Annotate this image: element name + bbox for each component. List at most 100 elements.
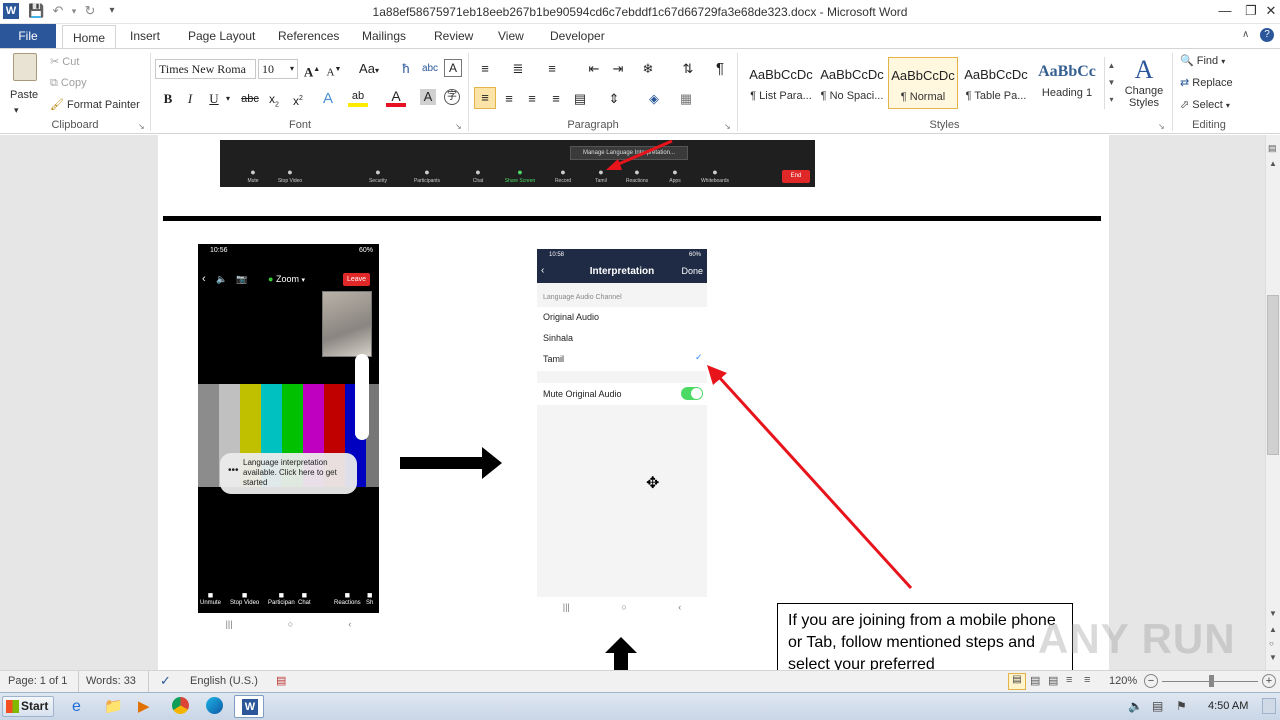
underline-dropdown-icon[interactable]: ▾ xyxy=(222,89,234,109)
font-launcher-icon[interactable]: ↘ xyxy=(455,122,462,131)
print-layout-icon[interactable]: ▤ xyxy=(1008,673,1026,690)
tab-home[interactable]: Home xyxy=(62,25,117,49)
tab-view[interactable]: View xyxy=(488,24,534,48)
highlight-icon[interactable]: ab xyxy=(348,89,368,107)
tab-references[interactable]: References xyxy=(268,24,349,48)
outline-icon[interactable]: ≡ xyxy=(1066,674,1072,686)
close-button[interactable]: ✕ xyxy=(1260,2,1280,20)
show-desktop-button[interactable] xyxy=(1262,698,1276,714)
proofing-icon[interactable]: ✓ xyxy=(160,673,171,689)
shrink-font-icon[interactable]: A▼ xyxy=(324,59,344,79)
paste-dropdown-icon[interactable]: ▾ xyxy=(14,105,19,116)
style-table-paragraph[interactable]: AaBbCcDc ¶ Table Pa... xyxy=(961,57,1031,109)
paragraph-launcher-icon[interactable]: ↘ xyxy=(724,122,731,131)
word-count[interactable]: Words: 33 xyxy=(86,675,136,687)
select-button[interactable]: ⬀ Select ▾ xyxy=(1180,98,1230,111)
volume-icon[interactable]: 🔈 xyxy=(1128,699,1143,713)
prev-page-icon[interactable]: ▲ xyxy=(1269,625,1277,634)
edge-icon[interactable] xyxy=(206,697,223,714)
tab-developer[interactable]: Developer xyxy=(540,24,615,48)
sort-icon[interactable]: ⇅ xyxy=(678,59,698,79)
align-left-icon[interactable]: ≡ xyxy=(474,87,496,109)
scroll-down-icon[interactable]: ▼ xyxy=(1269,609,1277,618)
scroll-thumb[interactable] xyxy=(1267,295,1279,455)
network-icon[interactable]: ▤ xyxy=(1152,699,1163,713)
character-border-icon[interactable]: A xyxy=(444,59,462,77)
restore-button[interactable]: ❐ xyxy=(1240,2,1262,20)
copy-button[interactable]: ⧉ Copy xyxy=(50,77,87,90)
line-spacing-icon[interactable]: ⇕ xyxy=(604,89,624,109)
full-screen-reading-icon[interactable]: ▤ xyxy=(1030,674,1040,687)
clock[interactable]: 4:50 AM xyxy=(1208,700,1248,712)
style-heading-1[interactable]: AaBbCc Heading 1 xyxy=(1032,57,1102,109)
grow-font-icon[interactable]: A▲ xyxy=(302,59,322,79)
phonetic-guide-icon[interactable]: abc xyxy=(420,59,440,79)
clear-formatting-icon[interactable]: ћ xyxy=(396,59,416,79)
change-styles-button[interactable]: A Change Styles xyxy=(1124,55,1164,109)
text-effects-icon[interactable]: A xyxy=(318,89,338,109)
font-size-select[interactable]: 10 ▾ xyxy=(258,59,298,79)
subscript-icon[interactable]: x2 xyxy=(264,89,284,109)
underline-icon[interactable]: U xyxy=(204,89,224,109)
language[interactable]: English (U.S.) xyxy=(190,675,258,687)
bullets-icon[interactable]: ≡ xyxy=(475,59,495,79)
media-player-icon[interactable]: ▶ xyxy=(138,697,150,715)
strikethrough-icon[interactable]: abc xyxy=(240,89,260,109)
start-button[interactable]: Start xyxy=(2,696,54,717)
change-case-icon[interactable]: Aa▾ xyxy=(356,59,382,79)
justify-icon[interactable]: ≡ xyxy=(546,89,566,109)
tab-page-layout[interactable]: Page Layout xyxy=(178,24,265,48)
chrome-icon[interactable] xyxy=(172,697,189,714)
enclose-characters-icon[interactable]: 字 xyxy=(444,89,460,105)
help-icon[interactable]: ? xyxy=(1260,28,1274,42)
draft-icon[interactable]: ≡ xyxy=(1084,674,1090,686)
paste-button[interactable] xyxy=(8,53,42,93)
replace-button[interactable]: ⇄ Replace xyxy=(1180,76,1233,89)
minimize-button[interactable]: — xyxy=(1214,2,1236,20)
numbering-icon[interactable]: ≣ xyxy=(508,59,528,79)
word-taskbar-button[interactable]: W xyxy=(234,695,264,718)
scroll-up-icon[interactable]: ▲ xyxy=(1269,159,1277,168)
styles-launcher-icon[interactable]: ↘ xyxy=(1158,122,1165,131)
vertical-scrollbar[interactable]: ▤ ▲ ▼ ▲ ○ ▼ xyxy=(1265,135,1280,670)
macro-record-icon[interactable]: ▤ xyxy=(276,674,286,687)
asian-layout-icon[interactable]: ❄ xyxy=(638,59,658,79)
ie-icon[interactable]: e xyxy=(72,698,81,716)
explorer-icon[interactable]: 📁 xyxy=(104,697,123,715)
tab-mailings[interactable]: Mailings xyxy=(352,24,416,48)
shading-icon[interactable]: ◈ xyxy=(644,89,664,109)
minimize-ribbon-icon[interactable]: ∧ xyxy=(1242,29,1249,40)
distributed-icon[interactable]: ▤ xyxy=(570,89,590,109)
bold-icon[interactable]: B xyxy=(158,89,178,109)
character-shading-icon[interactable]: A xyxy=(420,89,436,105)
show-marks-icon[interactable]: ¶ xyxy=(710,59,730,79)
borders-icon[interactable]: ▦ xyxy=(676,89,696,109)
page-count[interactable]: Page: 1 of 1 xyxy=(8,675,67,687)
tab-insert[interactable]: Insert xyxy=(120,24,170,48)
style-list-paragraph[interactable]: AaBbCcDc ¶ List Para... xyxy=(746,57,816,109)
next-page-icon[interactable]: ▼ xyxy=(1269,653,1277,662)
zoom-in-icon[interactable]: + xyxy=(1262,674,1276,688)
italic-icon[interactable]: I xyxy=(180,89,200,109)
tab-review[interactable]: Review xyxy=(424,24,483,48)
zoom-out-icon[interactable]: − xyxy=(1144,674,1158,688)
flag-icon[interactable]: ⚑ xyxy=(1176,699,1187,713)
superscript-icon[interactable]: x2 xyxy=(288,89,308,109)
cut-button[interactable]: ✂ Cut xyxy=(50,55,79,68)
web-layout-icon[interactable]: ▤ xyxy=(1048,674,1058,687)
paste-label[interactable]: Paste xyxy=(10,89,38,101)
style-normal[interactable]: AaBbCcDc ¶ Normal xyxy=(888,57,958,109)
increase-indent-icon[interactable]: ⇥ xyxy=(608,59,628,79)
style-no-spacing[interactable]: AaBbCcDc ¶ No Spaci... xyxy=(817,57,887,109)
styles-scroll[interactable]: ▲ ▼ ▾ xyxy=(1104,57,1118,109)
decrease-indent-icon[interactable]: ⇤ xyxy=(584,59,604,79)
clipboard-launcher-icon[interactable]: ↘ xyxy=(138,122,145,131)
align-right-icon[interactable]: ≡ xyxy=(522,89,542,109)
browse-object-icon[interactable]: ○ xyxy=(1269,639,1274,648)
align-center-icon[interactable]: ≡ xyxy=(499,89,519,109)
zoom-slider-thumb[interactable] xyxy=(1209,675,1214,687)
format-painter-button[interactable]: 🖌 Format Painter xyxy=(50,98,140,111)
tab-file[interactable]: File xyxy=(0,24,56,48)
zoom-level[interactable]: 120% xyxy=(1109,675,1137,687)
font-color-icon[interactable]: A xyxy=(386,89,406,107)
